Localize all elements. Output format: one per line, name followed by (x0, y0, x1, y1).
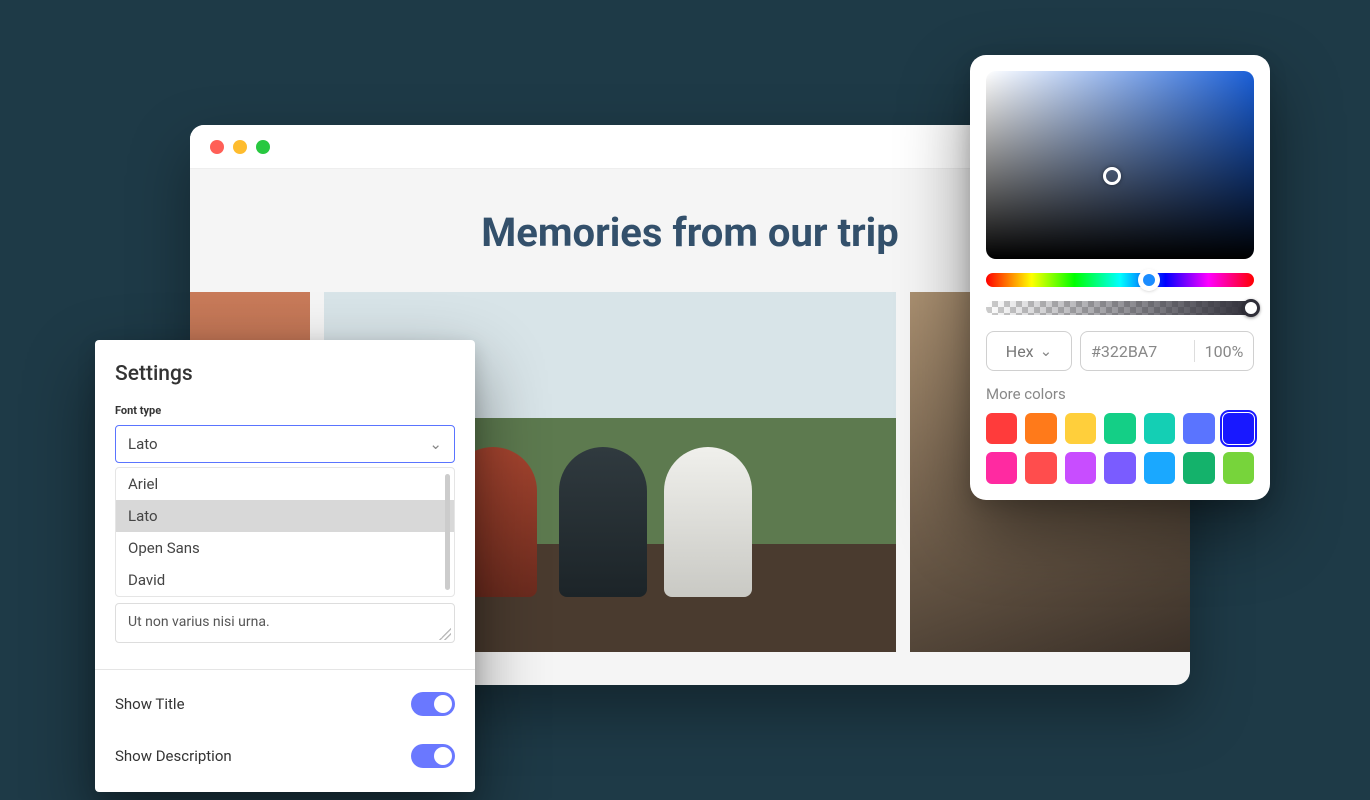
chevron-down-icon: ⌄ (429, 435, 442, 453)
settings-panel: Settings Font type Lato ⌄ Ariel Lato Ope… (95, 340, 475, 792)
more-colors-label: More colors (986, 385, 1254, 403)
color-swatch[interactable] (1065, 413, 1096, 444)
alpha-slider[interactable] (986, 301, 1254, 315)
color-swatch[interactable] (1104, 413, 1135, 444)
window-zoom-icon[interactable] (256, 140, 270, 154)
opacity-value: 100% (1195, 342, 1253, 361)
color-swatch[interactable] (1183, 452, 1214, 483)
font-select[interactable]: Lato ⌄ (115, 425, 455, 463)
color-swatch[interactable] (1223, 413, 1254, 444)
show-title-toggle[interactable] (411, 692, 455, 716)
description-input[interactable]: Ut non varius nisi urna. (115, 603, 455, 643)
show-description-toggle[interactable] (411, 744, 455, 768)
color-swatch[interactable] (1223, 452, 1254, 483)
font-option[interactable]: Open Sans (116, 532, 454, 564)
chevron-down-icon: ⌄ (1040, 342, 1053, 360)
description-value: Ut non varius nisi urna. (128, 614, 270, 630)
color-swatch[interactable] (1144, 452, 1175, 483)
color-swatch[interactable] (1104, 452, 1135, 483)
color-swatch[interactable] (1065, 452, 1096, 483)
window-minimize-icon[interactable] (233, 140, 247, 154)
color-mode-select[interactable]: Hex ⌄ (986, 331, 1072, 371)
font-type-label: Font type (115, 404, 455, 417)
photo-subject (559, 447, 647, 597)
font-select-value: Lato (128, 435, 158, 453)
window-close-icon[interactable] (210, 140, 224, 154)
toggle-row: Show Description (115, 730, 455, 782)
saturation-thumb-icon[interactable] (1103, 167, 1121, 185)
color-swatch[interactable] (986, 413, 1017, 444)
color-picker-panel: Hex ⌄ #322BA7 100% More colors (970, 55, 1270, 500)
divider (95, 669, 475, 670)
alpha-thumb-icon[interactable] (1242, 299, 1260, 317)
color-swatch[interactable] (1183, 413, 1214, 444)
font-dropdown: Ariel Lato Open Sans David (115, 467, 455, 597)
hex-input[interactable]: #322BA7 100% (1080, 331, 1254, 371)
toggle-label: Show Title (115, 695, 185, 713)
font-option[interactable]: Ariel (116, 468, 454, 500)
toggle-label: Show Description (115, 747, 232, 765)
hex-row: Hex ⌄ #322BA7 100% (986, 331, 1254, 371)
color-mode-value: Hex (1006, 342, 1034, 361)
settings-title: Settings (115, 362, 455, 386)
hue-thumb-icon[interactable] (1140, 271, 1158, 289)
toggle-row: Show Title (115, 678, 455, 730)
color-swatch[interactable] (1144, 413, 1175, 444)
color-swatch[interactable] (986, 452, 1017, 483)
color-swatch[interactable] (1025, 413, 1056, 444)
resize-grip-icon[interactable] (439, 628, 451, 640)
photo-subject (664, 447, 752, 597)
saturation-box[interactable] (986, 71, 1254, 259)
swatch-grid (986, 413, 1254, 484)
hex-code: #322BA7 (1081, 342, 1194, 361)
font-option[interactable]: Lato (116, 500, 454, 532)
font-option[interactable]: David (116, 564, 454, 596)
color-swatch[interactable] (1025, 452, 1056, 483)
hue-slider[interactable] (986, 273, 1254, 287)
